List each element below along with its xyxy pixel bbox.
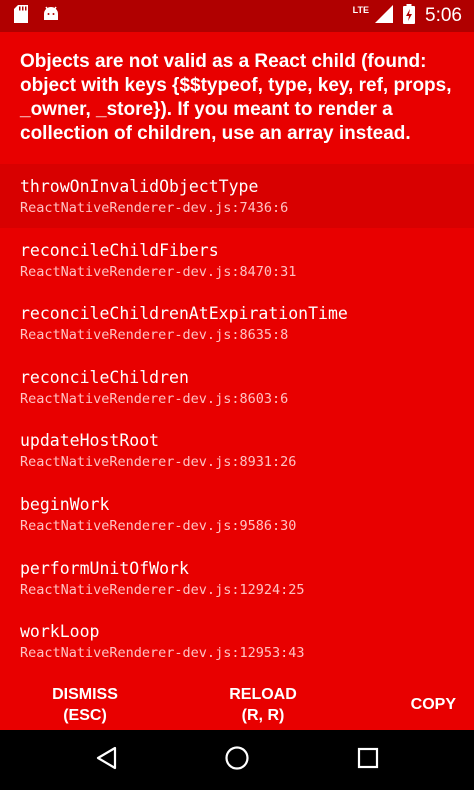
- copy-button[interactable]: COPY: [376, 679, 456, 730]
- error-message: Objects are not valid as a React child (…: [20, 51, 452, 144]
- frame-method: updateHostRoot: [20, 431, 160, 451]
- frame-method: reconcileChildFibers: [20, 240, 219, 260]
- battery-charging-icon: [403, 3, 416, 29]
- recents-button[interactable]: [348, 740, 388, 780]
- action-bar: DISMISS (ESC) RELOAD (R, R) COPY: [0, 679, 474, 730]
- frame-file: ReactNativeRenderer-dev.js:8603:6: [20, 390, 289, 407]
- stack-trace[interactable]: throwOnInvalidObjectType ReactNativeRend…: [0, 164, 474, 673]
- stack-frame[interactable]: workLoop ReactNativeRenderer-dev.js:1295…: [0, 609, 474, 673]
- sd-card-icon: [14, 4, 28, 28]
- reload-label: RELOAD: [229, 685, 297, 703]
- reload-shortcut: (R, R): [241, 706, 285, 724]
- clock: 5:06: [425, 5, 462, 26]
- frame-method: reconcileChildrenAtExpirationTime: [20, 304, 348, 324]
- stack-frame[interactable]: reconcileChildren ReactNativeRenderer-de…: [0, 355, 474, 419]
- frame-file: ReactNativeRenderer-dev.js:8470:31: [20, 263, 297, 280]
- frame-method: reconcileChildren: [20, 367, 189, 387]
- frame-file: ReactNativeRenderer-dev.js:8635:8: [20, 327, 289, 344]
- navigation-bar: [0, 730, 474, 790]
- frame-file: ReactNativeRenderer-dev.js:12924:25: [20, 581, 305, 598]
- home-button[interactable]: [217, 740, 257, 780]
- back-triangle-icon: [95, 746, 117, 775]
- stack-frame[interactable]: throwOnInvalidObjectType ReactNativeRend…: [0, 164, 474, 228]
- recents-square-icon: [357, 747, 379, 774]
- frame-method: throwOnInvalidObjectType: [20, 177, 259, 196]
- home-circle-icon: [224, 745, 250, 776]
- dismiss-button[interactable]: DISMISS (ESC): [20, 679, 150, 730]
- stack-frame[interactable]: reconcileChildrenAtExpirationTime ReactN…: [0, 291, 474, 355]
- stack-frame[interactable]: performUnitOfWork ReactNativeRenderer-de…: [0, 546, 474, 610]
- stack-frame[interactable]: beginWork ReactNativeRenderer-dev.js:958…: [0, 482, 474, 546]
- frame-file: ReactNativeRenderer-dev.js:9586:30: [20, 517, 297, 534]
- frame-file: ReactNativeRenderer-dev.js:7436:6: [20, 200, 289, 216]
- network-type: LTE: [352, 5, 370, 15]
- frame-method: workLoop: [20, 622, 100, 642]
- lte-signal-icon: [375, 4, 394, 28]
- dismiss-label: DISMISS: [52, 685, 118, 703]
- stack-frame[interactable]: reconcileChildFibers ReactNativeRenderer…: [0, 228, 474, 292]
- reload-button[interactable]: RELOAD (R, R): [198, 679, 328, 730]
- frame-method: beginWork: [20, 494, 110, 514]
- status-bar: LTE 5:06: [0, 0, 474, 32]
- android-icon: [42, 5, 60, 28]
- stack-frame[interactable]: updateHostRoot ReactNativeRenderer-dev.j…: [0, 418, 474, 482]
- frame-file: ReactNativeRenderer-dev.js:12953:43: [20, 645, 305, 662]
- frame-method: performUnitOfWork: [20, 558, 189, 578]
- frame-file: ReactNativeRenderer-dev.js:8931:26: [20, 454, 297, 471]
- copy-label: COPY: [410, 696, 456, 713]
- redbox-error-screen: Objects are not valid as a React child (…: [0, 32, 474, 730]
- back-button[interactable]: [86, 740, 126, 780]
- dismiss-shortcut: (ESC): [63, 706, 107, 724]
